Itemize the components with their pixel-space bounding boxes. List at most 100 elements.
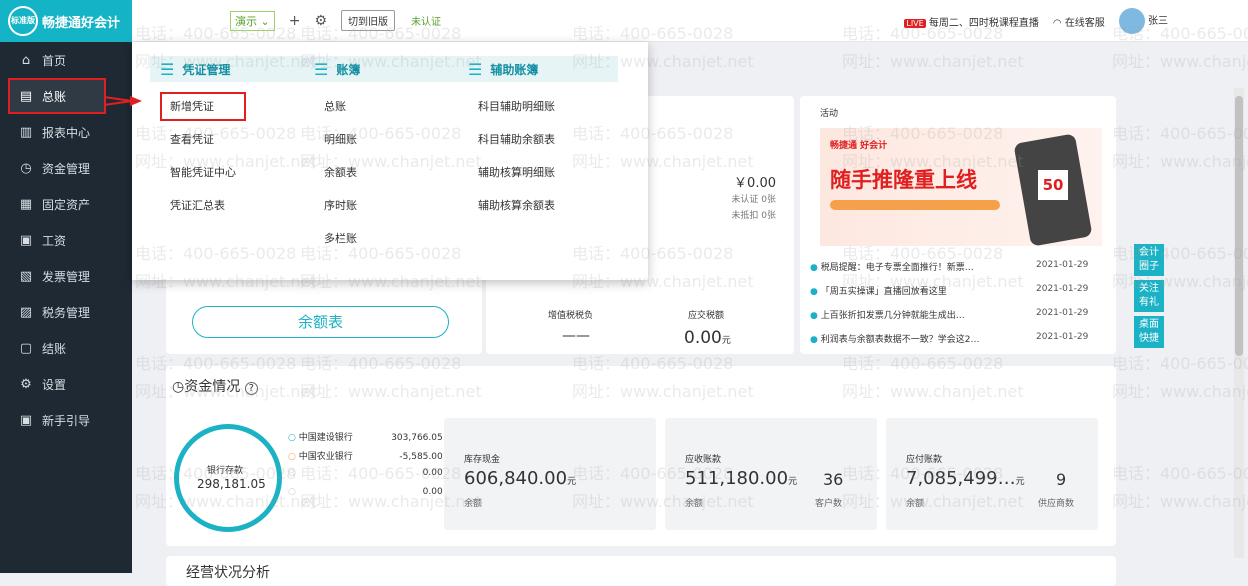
side-tab-item[interactable]: 关注有礼 <box>1134 280 1164 312</box>
bank-dot: ○ <box>288 468 299 478</box>
ledger-dropdown-menu: ☰ 凭证管理 新增凭证 查看凭证 智能凭证中心 凭证汇总表 ☰ 账簿 总账 明细账 余额表 序时账 多栏… <box>132 42 648 280</box>
news-item[interactable]: ● 税局提醒：电子专票全面推行！新票… 2021-01-29 <box>810 260 1100 273</box>
sidebar-item-label: 设置 <box>42 377 67 392</box>
add-icon[interactable]: + <box>289 13 301 29</box>
menu-item[interactable]: 辅助核算余额表 <box>458 189 618 222</box>
column-header: ☰ 账簿 <box>304 56 464 82</box>
sidebar-item-label: 固定资产 <box>42 197 91 212</box>
sidebar-item-1[interactable]: ▤ 总账 <box>8 78 106 114</box>
supplier-count-label: 供应商数 <box>1038 499 1075 509</box>
menu-item[interactable]: 余额表 <box>304 156 464 189</box>
undeducted-count: 未抵扣 0张 <box>731 211 776 221</box>
logo-badge: 标准版 <box>8 6 38 36</box>
old-version-button[interactable]: 切到旧版 <box>341 10 396 31</box>
aux-book-icon: ☰ <box>468 59 483 79</box>
menu-item[interactable]: 凭证汇总表 <box>150 189 310 222</box>
menu-item[interactable]: 智能凭证中心 <box>150 156 310 189</box>
sidebar-item-label: 报表中心 <box>42 125 91 140</box>
home-icon: ⌂ <box>21 52 31 68</box>
news-item[interactable]: ● 利润表与余额表数据不一致？学会这2… 2021-01-29 <box>810 332 1100 345</box>
menu-list: 新增凭证 查看凭证 智能凭证中心 凭证汇总表 <box>150 90 310 222</box>
sidebar-item-label: 工资 <box>42 233 67 248</box>
cash-unit: 元 <box>567 477 577 487</box>
account-set-label: 演示 <box>235 14 257 28</box>
ledger-icon: ▤ <box>19 88 33 104</box>
vat-value: —— <box>562 328 590 344</box>
help-icon[interactable]: ? <box>244 382 258 395</box>
bank-label: 银行存款 <box>207 466 244 476</box>
live-course-link[interactable]: LIVE 每周二、四时税课程直播 <box>904 14 1039 29</box>
gear-icon[interactable]: ⚙ <box>314 13 327 29</box>
vat-label: 增值税税负 <box>548 311 594 321</box>
headset-icon: ◠ <box>1052 17 1062 29</box>
sidebar-item-6[interactable]: ▧ 发票管理 <box>0 258 132 294</box>
invoice-icon: ▧ <box>19 268 33 284</box>
menu-item[interactable]: 多栏账 <box>304 222 464 255</box>
menu-item[interactable]: 新增凭证 <box>158 90 248 123</box>
sidebar-item-8[interactable]: ▢ 结账 <box>0 330 132 366</box>
watermark-site: 网址：www.chanjet.net <box>842 52 1024 71</box>
sidebar-item-3[interactable]: ◷ 资金管理 <box>0 150 132 186</box>
verify-status[interactable]: 未认证 <box>411 13 441 28</box>
payable-card[interactable]: 应付账款 7,085,499…元 余额 9 供应商数 <box>886 418 1098 530</box>
bank-row: ○ 0.00 <box>288 487 443 497</box>
menu-item[interactable]: 科目辅助余额表 <box>458 123 618 156</box>
watermark-phone: 电话：400-665-0028 <box>1112 124 1248 143</box>
bank-amount: 0.00 <box>422 468 443 478</box>
sidebar-item-9[interactable]: ⚙ 设置 <box>0 366 132 402</box>
pointer-arrow <box>104 96 142 106</box>
side-tab-item[interactable]: 桌面快捷 <box>1134 316 1164 348</box>
payable-amount: 7,085,499… <box>906 468 1016 489</box>
side-tab-item[interactable]: 会计圈子 <box>1134 244 1164 276</box>
amount-value: ￥0.00 <box>734 176 776 191</box>
scrollbar-thumb[interactable] <box>1235 96 1243 356</box>
user-menu[interactable]: 张三 <box>1118 8 1168 34</box>
watermark-site: 网址：www.chanjet.net <box>1112 272 1248 291</box>
sidebar-item-7[interactable]: ▨ 税务管理 <box>0 294 132 330</box>
bank-name: 中国农业银行 <box>298 452 353 462</box>
menu-item[interactable]: 明细账 <box>304 123 464 156</box>
course-text: 每周二、四时税课程直播 <box>928 17 1039 29</box>
cash-sub: 余额 <box>464 499 483 509</box>
bank-ring: 银行存款 298,181.05 <box>174 424 282 532</box>
online-service-link[interactable]: ◠ 在线客服 <box>1053 14 1105 29</box>
bank-row: ○ 中国建设银行 303,766.05 <box>288 430 443 443</box>
sidebar-item-4[interactable]: ▦ 固定资产 <box>0 186 132 222</box>
receivable-unit: 元 <box>788 477 798 487</box>
watermark-site: 网址：www.chanjet.net <box>1112 492 1248 511</box>
sidebar-item-label: 首页 <box>42 53 67 68</box>
sidebar: 标准版 畅捷通好会计 ⌂ 首页 ▤ 总账 ▥ 报表中心 ◷ 资金管理 ▦ 固定资产 ▣ 工资 ▧ 发票管理… <box>0 0 132 573</box>
menu-item[interactable]: 序时账 <box>304 189 464 222</box>
bank-row: ○ 0.00 <box>288 468 443 478</box>
news-item[interactable]: ● 「周五实操课」直播回放看这里 2021-01-29 <box>810 284 1100 297</box>
receivable-label: 应收账款 <box>685 455 722 465</box>
menu-item[interactable]: 查看凭证 <box>150 123 310 156</box>
sidebar-item-label: 结账 <box>42 341 67 356</box>
news-bullet: ● <box>810 335 821 345</box>
menu-item[interactable]: 科目辅助明细账 <box>458 90 618 123</box>
cash-card[interactable]: 库存现金 606,840.00元 余额 <box>444 418 656 530</box>
balance-table-button[interactable]: 余额表 <box>192 306 449 338</box>
sidebar-item-label: 新手引导 <box>42 413 91 428</box>
cash-amount: 606,840.00 <box>464 468 568 489</box>
promo-banner[interactable]: 畅捷通 好会计 随手推隆重上线 50 <box>820 128 1102 247</box>
app-logo[interactable]: 标准版 畅捷通好会计 <box>0 0 132 42</box>
top-right-tools: LIVE 每周二、四时税课程直播 ◠ 在线客服 张三 <box>904 0 1168 42</box>
sidebar-item-0[interactable]: ⌂ 首页 <box>0 42 132 78</box>
bank-amount: -5,585.00 <box>399 452 443 462</box>
menu-item[interactable]: 总账 <box>304 90 464 123</box>
money-icon: ◷ <box>20 160 32 176</box>
menu-item[interactable]: 辅助核算明细账 <box>458 156 618 189</box>
sidebar-item-label: 税务管理 <box>42 305 91 320</box>
salary-icon: ▣ <box>19 232 33 248</box>
sidebar-item-10[interactable]: ▣ 新手引导 <box>0 402 132 438</box>
news-item[interactable]: ● 上百张折扣发票几分钟就能生成出… 2021-01-29 <box>810 308 1100 321</box>
sidebar-item-label: 资金管理 <box>42 161 91 176</box>
sidebar-item-2[interactable]: ▥ 报表中心 <box>0 114 132 150</box>
account-set-select[interactable]: 演示 ⌄ <box>230 10 275 31</box>
watermark-site: 网址：www.chanjet.net <box>1112 382 1248 401</box>
checkout-icon: ▢ <box>19 340 33 356</box>
sidebar-item-5[interactable]: ▣ 工资 <box>0 222 132 258</box>
asset-icon: ▦ <box>19 196 33 212</box>
receivable-card[interactable]: 应收账款 511,180.00元 余额 36 客户数 <box>665 418 877 530</box>
